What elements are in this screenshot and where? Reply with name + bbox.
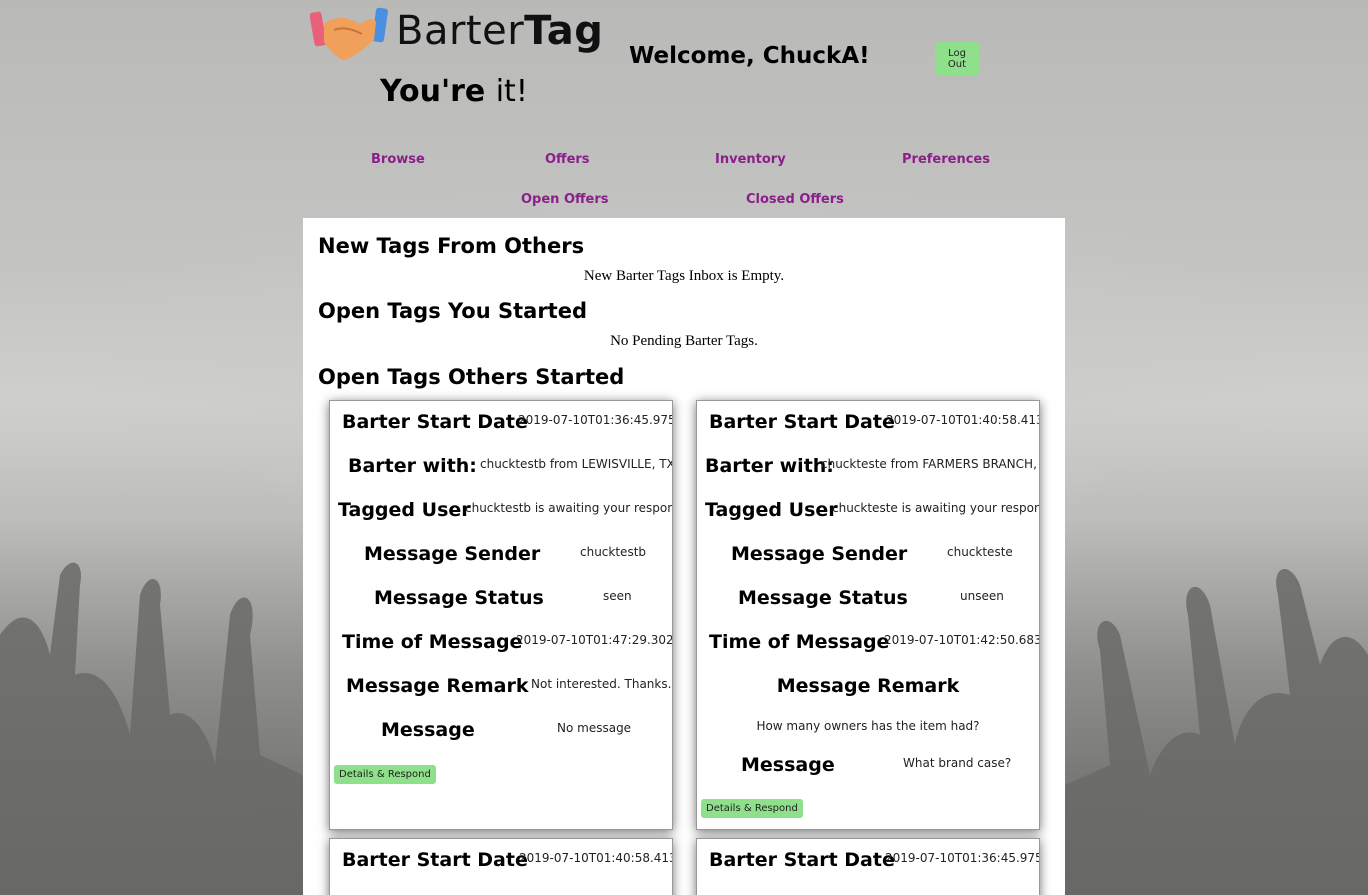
label-time-of-message: Time of Message (342, 631, 523, 653)
label-message-remark: Message Remark (776, 675, 960, 697)
row-message-remark-value: How many owners has the item had? (697, 719, 1039, 743)
label-start-date: Barter Start Date (709, 411, 895, 433)
handshake-logo-icon (310, 7, 388, 61)
label-start-date: Barter Start Date (709, 849, 895, 871)
value-start-date: 2019-07-10T01:40:58.413Z (519, 851, 673, 865)
label-message: Message (741, 754, 835, 776)
row-message: Message What brand case? (697, 754, 1039, 794)
value-time-of-message: 2019-07-10T01:47:29.302Z (516, 633, 673, 647)
details-respond-button[interactable]: Details & Respond (334, 765, 436, 784)
nav-offers[interactable]: Offers (545, 152, 590, 167)
nav-preferences[interactable]: Preferences (902, 152, 990, 167)
row-start-date: Barter Start Date 2019-07-10T01:40:58.41… (330, 849, 672, 889)
value-message-status: unseen (960, 589, 1004, 603)
row-start-date: Barter Start Date 2019-07-10T01:36:45.97… (330, 411, 672, 451)
logout-button[interactable]: Log Out (935, 42, 979, 76)
value-message: What brand case? (903, 756, 1012, 770)
row-barter-with: Barter with: chucktestb from LEWISVILLE,… (330, 455, 672, 495)
value-start-date: 2019-07-10T01:36:45.975Z (885, 851, 1040, 865)
brand-name: BarterTag (396, 8, 604, 54)
value-tagged-user: chuckteste is awaiting your response! (832, 501, 1040, 515)
details-respond-button[interactable]: Details & Respond (701, 799, 803, 818)
tag-card: Barter Start Date 2019-07-10T01:40:58.41… (696, 400, 1040, 830)
brand-tagline: You're it! (380, 74, 528, 109)
section-title-new-tags: New Tags From Others (318, 234, 585, 258)
tag-card: Barter Start Date 2019-07-10T01:40:58.41… (329, 838, 673, 895)
row-start-date: Barter Start Date 2019-07-10T01:36:45.97… (697, 849, 1039, 889)
row-message-remark: Message Remark (697, 675, 1039, 711)
label-message-status: Message Status (738, 587, 908, 609)
label-barter-with: Barter with: (705, 455, 834, 477)
row-message-remark: Message Remark Not interested. Thanks. (330, 675, 672, 715)
value-message-sender: chucktestb (580, 545, 647, 559)
row-message-sender: Message Sender chucktestb (330, 543, 672, 583)
value-message: No message (557, 721, 632, 735)
row-tagged-user: Tagged User chucktestb is awaiting your … (330, 499, 672, 539)
value-start-date: 2019-07-10T01:40:58.413Z (886, 413, 1040, 427)
tag-card: Barter Start Date 2019-07-10T01:36:45.97… (696, 838, 1040, 895)
nav-browse[interactable]: Browse (371, 152, 425, 167)
value-barter-with: chuckteste from FARMERS BRANCH, TX (821, 457, 1040, 471)
row-message: Message No message (330, 719, 672, 759)
site-header: BarterTag You're it! Welcome, ChuckA! Lo… (303, 0, 1065, 218)
label-start-date: Barter Start Date (342, 849, 528, 871)
value-tagged-user: chucktestb is awaiting your response! (465, 501, 673, 515)
nav-inventory[interactable]: Inventory (715, 152, 786, 167)
value-message-sender: chuckteste (947, 545, 1013, 559)
label-tagged-user: Tagged User (338, 499, 471, 521)
value-message-remark: Not interested. Thanks. (531, 677, 672, 691)
label-message: Message (381, 719, 475, 741)
value-barter-with: chucktestb from LEWISVILLE, TX (480, 457, 673, 471)
nav-open-offers[interactable]: Open Offers (521, 192, 609, 207)
row-barter-with: Barter with: chuckteste from FARMERS BRA… (697, 455, 1039, 495)
welcome-message: Welcome, ChuckA! (629, 43, 870, 69)
label-message-sender: Message Sender (731, 543, 908, 565)
label-message-sender: Message Sender (364, 543, 541, 565)
new-tags-empty-message: New Barter Tags Inbox is Empty. (583, 268, 785, 284)
value-message-remark: How many owners has the item had? (756, 719, 980, 733)
label-message-status: Message Status (374, 587, 544, 609)
row-time-of-message: Time of Message 2019-07-10T01:42:50.683Z (697, 631, 1039, 671)
row-time-of-message: Time of Message 2019-07-10T01:47:29.302Z (330, 631, 672, 671)
section-title-open-others-started: Open Tags Others Started (318, 365, 625, 389)
row-tagged-user: Tagged User chuckteste is awaiting your … (697, 499, 1039, 539)
label-message-remark: Message Remark (346, 675, 529, 697)
tag-card: Barter Start Date 2019-07-10T01:36:45.97… (329, 400, 673, 830)
label-start-date: Barter Start Date (342, 411, 528, 433)
value-message-status: seen (603, 589, 632, 603)
section-title-open-you-started: Open Tags You Started (318, 299, 587, 323)
nav-closed-offers[interactable]: Closed Offers (746, 192, 844, 207)
label-barter-with: Barter with: (348, 455, 477, 477)
value-time-of-message: 2019-07-10T01:42:50.683Z (884, 633, 1040, 647)
label-tagged-user: Tagged User (705, 499, 838, 521)
label-time-of-message: Time of Message (709, 631, 890, 653)
row-message-status: Message Status unseen (697, 587, 1039, 627)
row-message-status: Message Status seen (330, 587, 672, 627)
value-start-date: 2019-07-10T01:36:45.975Z (518, 413, 673, 427)
open-you-empty-message: No Pending Barter Tags. (610, 333, 758, 349)
row-message-sender: Message Sender chuckteste (697, 543, 1039, 583)
main-panel: New Tags From Others New Barter Tags Inb… (303, 218, 1065, 895)
row-start-date: Barter Start Date 2019-07-10T01:40:58.41… (697, 411, 1039, 451)
